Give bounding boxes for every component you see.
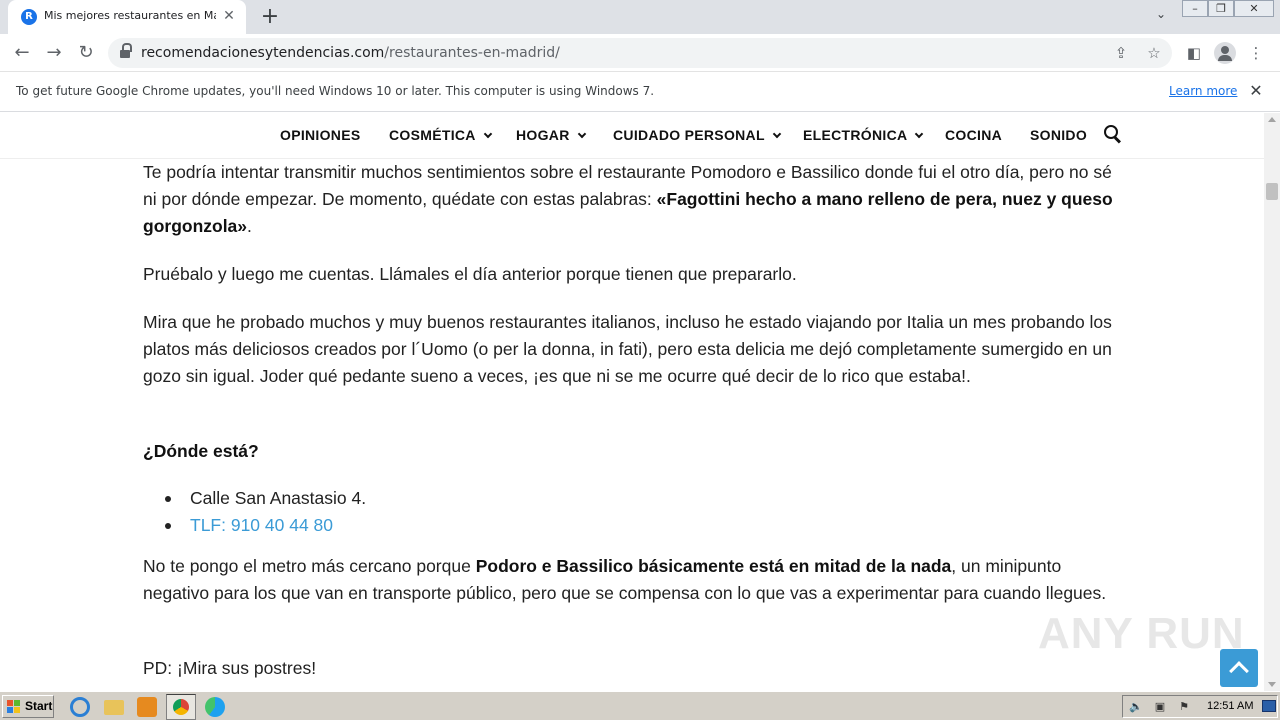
- folder-icon[interactable]: [104, 700, 124, 715]
- update-infobar: To get future Google Chrome updates, you…: [0, 72, 1280, 112]
- star-icon[interactable]: ☆: [1144, 43, 1164, 63]
- nav-item-cosmetica[interactable]: COSMÉTICA: [389, 127, 492, 143]
- close-window-button[interactable]: ✕: [1234, 0, 1274, 17]
- internet-explorer-icon[interactable]: [70, 697, 90, 717]
- restore-button[interactable]: ❐: [1208, 0, 1234, 17]
- show-desktop-icon[interactable]: [1262, 700, 1276, 712]
- back-icon[interactable]: ←: [9, 40, 35, 66]
- nav-item-cocina[interactable]: COCINA: [945, 127, 1002, 143]
- chevron-down-icon: [483, 129, 492, 139]
- scroll-up-icon[interactable]: [1268, 117, 1276, 122]
- site-favicon-icon: R: [21, 9, 37, 25]
- tab-title: Mis mejores restaurantes en Madrid: [44, 9, 216, 22]
- media-player-icon[interactable]: [137, 697, 157, 717]
- paragraph: Pruébalo y luego me cuentas. Llámales el…: [143, 264, 797, 284]
- nav-item-hogar[interactable]: HOGAR: [516, 127, 586, 143]
- windows-taskbar: Start 🔈 ▣ ⚑ 12:51 AM: [0, 691, 1280, 720]
- page-viewport: OPINIONES COSMÉTICA HOGAR CUIDADO PERSON…: [0, 113, 1264, 691]
- chevron-down-icon: [577, 129, 586, 139]
- minimize-button[interactable]: –: [1182, 0, 1208, 17]
- paragraph: PD: ¡Mira sus postres!: [143, 658, 317, 678]
- nav-item-cuidado-personal[interactable]: CUIDADO PERSONAL: [613, 127, 782, 143]
- paragraph: Te podría intentar transmitir muchos sen…: [143, 162, 1113, 236]
- share-icon[interactable]: ⇪: [1111, 43, 1131, 63]
- menu-icon[interactable]: ⋮: [1245, 42, 1267, 64]
- browser-toolbar: ← → ↻ recomendacionesytendencias.com/res…: [0, 34, 1280, 72]
- infobar-close-icon[interactable]: ✕: [1246, 81, 1266, 101]
- chrome-taskbar-icon[interactable]: [166, 694, 196, 720]
- flag-icon[interactable]: ⚑: [1177, 700, 1191, 714]
- chevron-down-icon: [915, 129, 924, 139]
- new-tab-button[interactable]: +: [256, 4, 284, 30]
- sidepanel-icon[interactable]: ◧: [1183, 42, 1205, 64]
- scroll-to-top-button[interactable]: [1220, 649, 1258, 687]
- address-item: Calle San Anastasio 4.: [143, 485, 366, 512]
- reload-icon[interactable]: ↻: [73, 40, 99, 66]
- forward-icon[interactable]: →: [41, 40, 67, 66]
- system-tray: 🔈 ▣ ⚑ 12:51 AM: [1122, 695, 1278, 718]
- edge-icon[interactable]: [205, 697, 225, 717]
- tab-close-icon[interactable]: ✕: [220, 7, 238, 25]
- url-text[interactable]: recomendacionesytendencias.com/restauran…: [141, 45, 560, 61]
- scroll-down-icon[interactable]: [1268, 682, 1276, 687]
- browser-tab[interactable]: R Mis mejores restaurantes en Madrid ✕: [8, 0, 246, 34]
- paragraph: Mira que he probado muchos y muy buenos …: [143, 312, 1112, 386]
- infobar-message: To get future Google Chrome updates, you…: [16, 84, 655, 98]
- scrollbar-thumb[interactable]: [1266, 183, 1278, 200]
- nav-item-electronica[interactable]: ELECTRÓNICA: [803, 127, 924, 143]
- phone-link[interactable]: TLF: 910 40 44 80: [143, 512, 366, 539]
- section-heading: ¿Dónde está?: [143, 441, 259, 461]
- site-navigation: OPINIONES COSMÉTICA HOGAR CUIDADO PERSON…: [0, 113, 1264, 159]
- windows-logo-icon: [7, 700, 21, 713]
- profile-icon[interactable]: [1214, 42, 1236, 64]
- start-button[interactable]: Start: [2, 695, 54, 718]
- nav-item-opiniones[interactable]: OPINIONES: [280, 127, 361, 143]
- address-bar[interactable]: recomendacionesytendencias.com/restauran…: [108, 38, 1172, 68]
- anyrun-watermark: ANY RUN: [1038, 609, 1245, 658]
- network-icon[interactable]: ▣: [1153, 700, 1167, 714]
- search-icon[interactable]: [1104, 125, 1122, 143]
- chevron-down-icon: [772, 129, 782, 139]
- nav-item-sonido[interactable]: SONIDO: [1030, 127, 1087, 143]
- location-list: Calle San Anastasio 4. TLF: 910 40 44 80: [143, 485, 366, 539]
- paragraph: No te pongo el metro más cercano porque …: [143, 556, 1107, 603]
- lock-icon[interactable]: [120, 43, 132, 59]
- volume-icon[interactable]: 🔈: [1129, 700, 1143, 714]
- clock[interactable]: 12:51 AM: [1207, 700, 1253, 712]
- tab-strip: R Mis mejores restaurantes en Madrid ✕ +…: [0, 0, 1280, 34]
- tab-search-icon[interactable]: ⌄: [1150, 7, 1172, 27]
- page-scrollbar[interactable]: [1264, 113, 1280, 691]
- learn-more-link[interactable]: Learn more: [1169, 84, 1237, 98]
